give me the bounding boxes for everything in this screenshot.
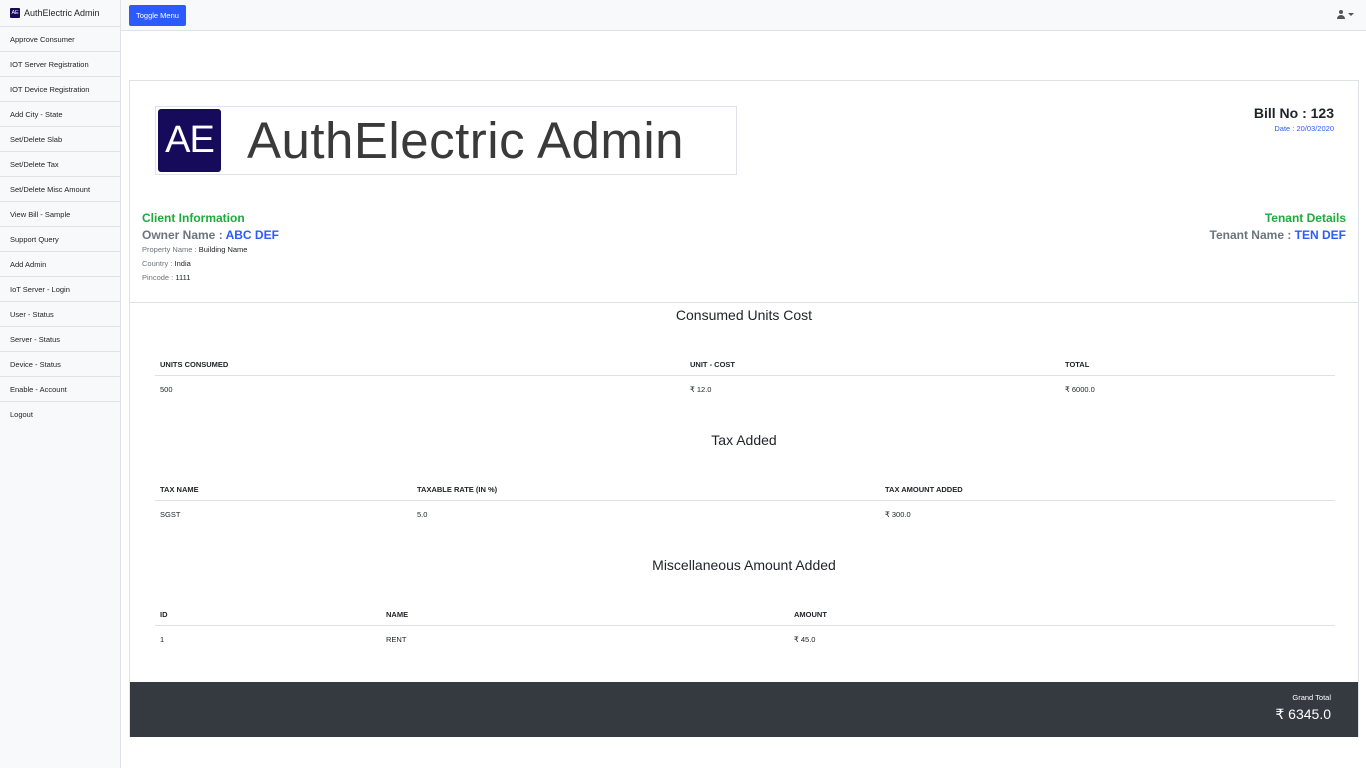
table-cell: RENT: [386, 635, 407, 644]
sidebar-item-server-status[interactable]: Server - Status: [0, 327, 120, 352]
owner-name: Owner Name : ABC DEF: [142, 228, 279, 242]
owner-name-label: Owner Name :: [142, 228, 226, 242]
section-divider: [130, 302, 1358, 303]
sidebar-item-iot-server-login[interactable]: IoT Server - Login: [0, 277, 120, 302]
misc-amount-table: ID NAME AMOUNT 1 RENT ₹ 45.0: [155, 601, 1335, 651]
brand-name: AuthElectric Admin: [24, 8, 100, 18]
tenant-name-label: Tenant Name :: [1209, 228, 1295, 242]
sidebar-item-support-query[interactable]: Support Query: [0, 227, 120, 252]
sidebar: AE AuthElectric Admin Approve Consumer I…: [0, 0, 121, 768]
logo-mark-icon: AE: [158, 109, 221, 172]
sidebar-item-device-status[interactable]: Device - Status: [0, 352, 120, 377]
table-header: ID: [160, 610, 168, 619]
country-label: Country :: [142, 259, 175, 268]
table-row: SGST 5.0 ₹ 300.0: [155, 501, 1335, 526]
sidebar-item-set-delete-tax[interactable]: Set/Delete Tax: [0, 152, 120, 177]
bill-number: Bill No : 123: [1253, 105, 1334, 121]
table-cell: 5.0: [417, 510, 428, 519]
sidebar-item-add-admin[interactable]: Add Admin: [0, 252, 120, 277]
client-info-title: Client Information: [142, 211, 245, 225]
country-value: India: [174, 259, 191, 268]
sidebar-item-add-city-state[interactable]: Add City - State: [0, 102, 120, 127]
logo-text: AuthElectric Admin: [247, 112, 685, 169]
consumed-units-title: Consumed Units Cost: [675, 307, 813, 323]
bill-date: Date : 20/03/2020: [1274, 124, 1334, 133]
table-cell: ₹ 300.0: [885, 510, 911, 519]
user-dropdown[interactable]: [1337, 10, 1354, 19]
sidebar-item-set-delete-misc-amount[interactable]: Set/Delete Misc Amount: [0, 177, 120, 202]
tenant-details-title: Tenant Details: [1264, 211, 1346, 225]
tax-table: TAX NAME TAXABLE RATE (IN %) TAX AMOUNT …: [155, 476, 1335, 526]
table-cell: SGST: [160, 510, 181, 519]
country: Country : India: [142, 259, 191, 268]
sidebar-item-enable-account[interactable]: Enable - Account: [0, 377, 120, 402]
bill-logo: AE AuthElectric Admin: [155, 106, 737, 175]
grand-total-label: Grand Total: [1292, 693, 1331, 702]
table-header: AMOUNT: [794, 610, 827, 619]
sidebar-item-iot-device-registration[interactable]: IOT Device Registration: [0, 77, 120, 102]
property-name-value: Building Name: [198, 245, 248, 254]
user-icon: [1337, 10, 1345, 19]
table-header: TOTAL: [1065, 360, 1090, 369]
sidebar-item-approve-consumer[interactable]: Approve Consumer: [0, 27, 120, 52]
owner-name-value: ABC DEF: [225, 228, 279, 242]
sidebar-item-view-bill-sample[interactable]: View Bill - Sample: [0, 202, 120, 227]
sidebar-item-logout[interactable]: Logout: [0, 402, 120, 427]
tenant-name-value: TEN DEF: [1294, 228, 1346, 242]
table-row: 500 ₹ 12.0 ₹ 6000.0: [155, 376, 1335, 401]
table-header: NAME: [386, 610, 409, 619]
property-name: Property Name : Building Name: [142, 245, 247, 254]
table-cell: 1: [160, 635, 165, 644]
tax-added-title: Tax Added: [711, 432, 777, 448]
grand-total-value: ₹ 6345.0: [1275, 706, 1331, 722]
tenant-name: Tenant Name : TEN DEF: [1210, 228, 1346, 242]
pincode-value: 1111: [175, 273, 191, 282]
bill-card: AE AuthElectric Admin Bill No : 123 Date…: [129, 80, 1359, 737]
top-navbar: Toggle Menu: [121, 0, 1366, 31]
toggle-menu-button[interactable]: Toggle Menu: [129, 5, 186, 26]
table-cell: ₹ 12.0: [690, 385, 712, 394]
table-header: TAX NAME: [160, 485, 199, 494]
table-header: UNITS CONSUMED: [160, 360, 229, 369]
table-header-row: ID NAME AMOUNT: [155, 601, 1335, 626]
sidebar-item-set-delete-slab[interactable]: Set/Delete Slab: [0, 127, 120, 152]
table-header: TAX AMOUNT ADDED: [885, 485, 963, 494]
misc-amount-title: Miscellaneous Amount Added: [652, 557, 836, 573]
sidebar-item-user-status[interactable]: User - Status: [0, 302, 120, 327]
table-row: 1 RENT ₹ 45.0: [155, 626, 1335, 651]
table-cell: ₹ 45.0: [794, 635, 816, 644]
table-cell: ₹ 6000.0: [1065, 385, 1095, 394]
property-name-label: Property Name :: [142, 245, 199, 254]
table-cell: 500: [160, 385, 173, 394]
table-header: TAXABLE RATE (IN %): [417, 485, 498, 494]
table-header: UNIT - COST: [690, 360, 735, 369]
grand-total-footer: Grand Total ₹ 6345.0: [130, 682, 1358, 737]
app-root: AE AuthElectric Admin Approve Consumer I…: [0, 0, 1366, 768]
table-header-row: UNITS CONSUMED UNIT - COST TOTAL: [155, 351, 1335, 376]
consumed-units-table: UNITS CONSUMED UNIT - COST TOTAL 500 ₹ 1…: [155, 351, 1335, 401]
chevron-down-icon: [1348, 13, 1354, 16]
pincode: Pincode : 1111: [142, 273, 190, 282]
pincode-label: Pincode :: [142, 273, 176, 282]
table-header-row: TAX NAME TAXABLE RATE (IN %) TAX AMOUNT …: [155, 476, 1335, 501]
sidebar-brand[interactable]: AE AuthElectric Admin: [0, 0, 120, 27]
sidebar-item-iot-server-registration[interactable]: IOT Server Registration: [0, 52, 120, 77]
brand-logo-icon: AE: [10, 8, 20, 18]
